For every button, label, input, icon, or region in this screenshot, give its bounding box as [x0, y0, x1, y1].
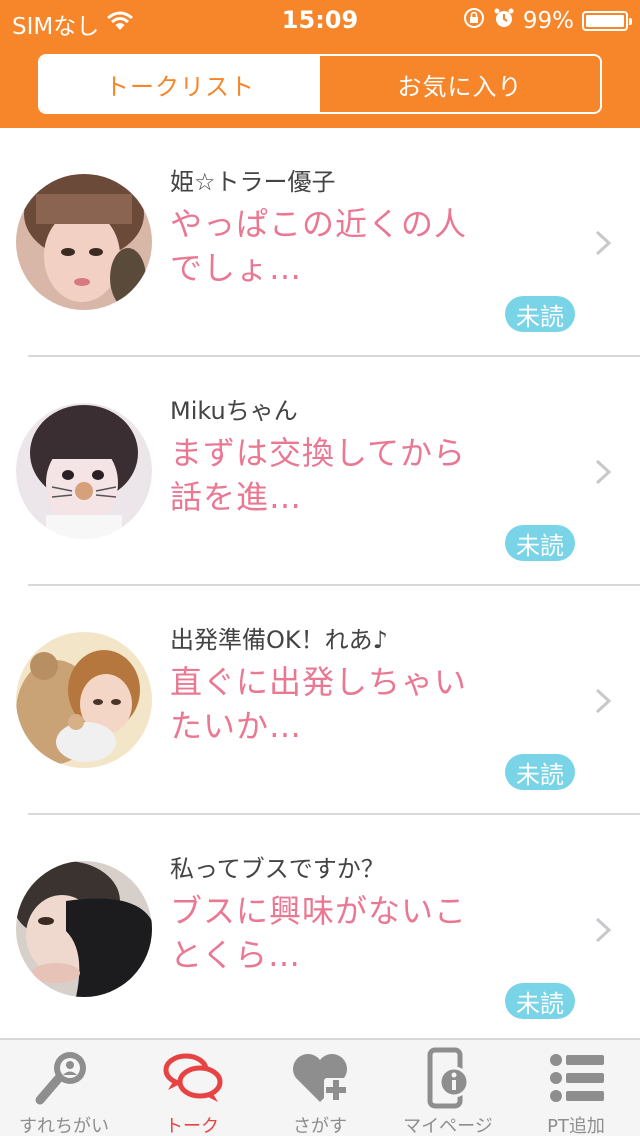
battery-icon [582, 11, 632, 31]
tab-favorites[interactable]: お気に入り [320, 56, 600, 112]
unread-badge: 未読 [505, 296, 575, 332]
header: トークリスト お気に入り [0, 40, 640, 128]
avatar [16, 403, 152, 539]
talk-name: 出発準備OK！れあ♪ [170, 626, 388, 654]
alarm-icon [493, 7, 515, 35]
talk-name: Mikuちゃん [170, 397, 298, 425]
list-icon [544, 1046, 608, 1110]
tab-mypage[interactable]: マイページ [384, 1040, 512, 1136]
phone-info-icon [416, 1046, 480, 1110]
talk-list: 姫☆トラー優子 やっぱこの近くの人でしょ… 未読 Mikuちゃん まずは交換して… [0, 128, 640, 1038]
talk-preview: ブスに興味がないことくら… [170, 892, 468, 974]
tab-talk[interactable]: トーク [128, 1040, 256, 1136]
chevron-right-icon [595, 459, 612, 485]
rotation-lock-icon [463, 7, 485, 35]
avatar [16, 174, 152, 310]
talk-list-item[interactable]: Mikuちゃん まずは交換してから話を進… 未読 [0, 357, 640, 586]
talk-name: 私ってブスですか？ [170, 855, 385, 883]
unread-badge: 未読 [505, 754, 575, 790]
bottom-tab-bar: すれちがい トーク さがす マイページ PT追加 [0, 1038, 640, 1136]
talk-preview: やっぱこの近くの人でしょ… [170, 205, 468, 287]
tab-label: マイページ [403, 1116, 493, 1136]
talk-preview: 直ぐに出発しちゃいたいか… [170, 663, 468, 745]
segmented-control: トークリスト お気に入り [38, 54, 602, 114]
avatar [16, 632, 152, 768]
tab-label: さがす [293, 1116, 347, 1136]
chat-bubbles-icon [160, 1046, 224, 1110]
tab-search[interactable]: さがす [256, 1040, 384, 1136]
status-right: 99% [463, 7, 632, 35]
tab-label: PT追加 [547, 1116, 605, 1136]
tab-pt-add[interactable]: PT追加 [512, 1040, 640, 1136]
battery-fill [586, 15, 624, 27]
talk-list-item[interactable]: 私ってブスですか？ ブスに興味がないことくら… 未読 [0, 815, 640, 1038]
tab-surechigai[interactable]: すれちがい [0, 1040, 128, 1136]
chevron-right-icon [595, 230, 612, 256]
battery-percent: 99% [522, 8, 574, 34]
talk-list-item[interactable]: 出発準備OK！れあ♪ 直ぐに出発しちゃいたいか… 未読 [0, 586, 640, 815]
app-screen: SIMなし 15:09 99% トークリスト お気に入り 姫☆トラー優子 やっぱ… [0, 0, 640, 1136]
chevron-right-icon [595, 917, 612, 943]
talk-list-item[interactable]: 姫☆トラー優子 やっぱこの近くの人でしょ… 未読 [0, 128, 640, 357]
talk-preview: まずは交換してから話を進… [170, 434, 467, 516]
talk-name: 姫☆トラー優子 [170, 168, 336, 196]
status-bar: SIMなし 15:09 99% [0, 0, 640, 40]
tab-label: すれちがい [19, 1116, 109, 1136]
heart-plus-icon [288, 1046, 352, 1110]
avatar [16, 861, 152, 997]
tab-label: トーク [165, 1116, 219, 1136]
unread-badge: 未読 [505, 525, 575, 561]
chevron-right-icon [595, 688, 612, 714]
unread-badge: 未読 [505, 983, 575, 1019]
tab-talk-list[interactable]: トークリスト [40, 56, 320, 112]
magnifier-person-icon [32, 1046, 96, 1110]
